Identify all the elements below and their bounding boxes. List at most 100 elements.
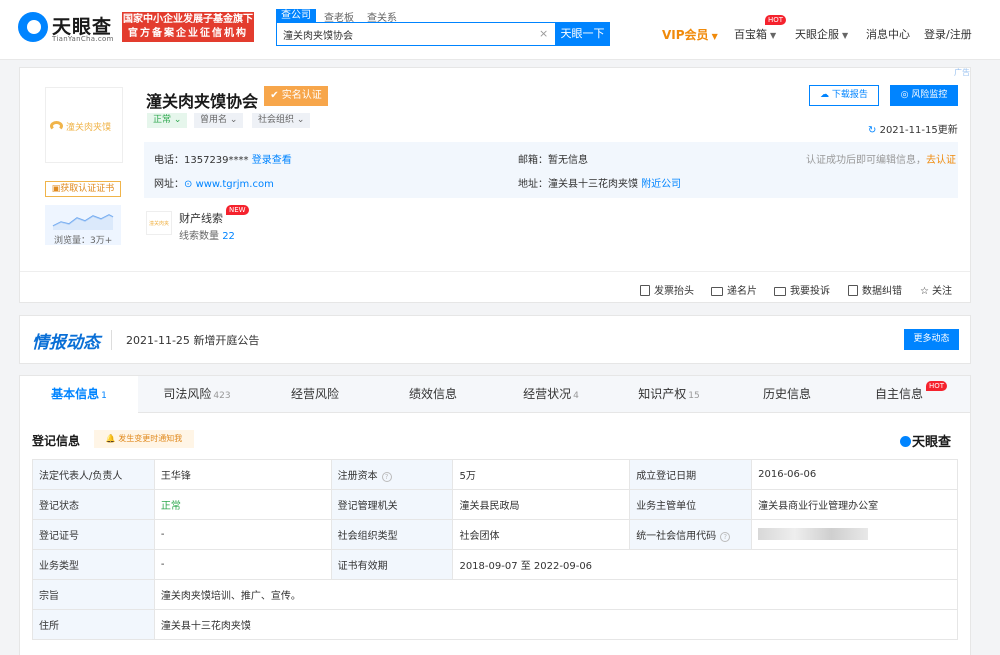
news-item[interactable]: 2021-11-25 新增开庭公告 [126,332,259,348]
tab-count: 1 [101,391,107,401]
tab-business-risk[interactable]: 经营风险 [256,376,374,413]
mail-icon [774,287,786,296]
address-row: 地址：潼关县十三花肉夹馍 附近公司 [518,175,681,190]
label-text: 注册资本 [337,471,378,482]
star-icon: ☆ [920,286,929,297]
official-banner[interactable]: 国家中小企业发展子基金旗下 官方备案企业征信机构 [122,12,254,42]
views-count: 浏览量：3万+ [54,236,113,246]
notify-on-change-button[interactable]: 🔔 发生变更时通知我 [94,430,194,448]
table-value: 潼关肉夹馍培训、推广、宣传。 [153,579,959,610]
help-icon[interactable]: ? [720,532,731,542]
company-logo-text: 潼关肉夹馍 [66,123,112,133]
tab-operation-status[interactable]: 经营状况 4 [492,376,610,413]
intel-news-title: 情报动态 [32,333,100,353]
status-tag[interactable]: 正常 ⌄ [147,113,188,128]
phone-value: 1357239**** [184,155,249,166]
former-name-label: 曾用名 [200,115,228,125]
data-correction-action[interactable]: 数据纠错 [848,282,902,297]
search-button[interactable]: 天眼一下 [555,22,610,46]
notify-label: 发生变更时通知我 [118,434,183,443]
email-row: 邮箱：暂无信息 [518,151,588,166]
business-card-action[interactable]: 递名片 [711,282,757,297]
org-type-label: 社会组织 [258,115,295,125]
risk-monitor-label: 风险监控 [911,90,948,100]
contact-info: 电话：1357239**** 登录查看 邮箱：暂无信息 认证成功后即可编辑信息，… [144,142,958,198]
table-label: 法定代表人/负责人 [32,459,155,490]
tab-label: 基本信息 [51,387,100,401]
clue-count-label: 线索数量 [179,231,219,242]
more-news-button[interactable]: 更多动态 [904,329,959,350]
table-label: 统一社会信用代码? [629,519,753,550]
search-box: × 天眼一下 [276,22,610,46]
tab-label: 司法风险 [163,387,212,401]
table-value: 社会团体 [452,519,631,550]
login-link[interactable]: 登录/注册 [924,26,972,42]
property-clue-title[interactable]: 财产线索 [179,210,223,226]
refresh-icon[interactable]: ↻ [868,125,876,136]
company-logo: 潼关肉夹馍 [45,87,123,163]
tab-performance[interactable]: 绩效信息 [374,376,492,413]
complaint-action[interactable]: 我要投诉 [774,282,830,297]
hot-badge: HOT [926,381,948,391]
banner-line2: 官方备案企业征信机构 [128,28,248,39]
tab-history[interactable]: 历史信息 [728,376,846,413]
tab-basic-info[interactable]: 基本信息 1 [20,376,138,413]
former-name-tag[interactable]: 曾用名 ⌄ [194,113,244,128]
verified-label: 实名认证 [281,90,322,101]
email-value: 暂无信息 [548,155,588,166]
table-label: 登记证号 [32,519,155,550]
chevron-down-icon: ▼ [770,31,777,40]
chevron-down-icon: ⌄ [229,115,238,125]
go-certify-link[interactable]: 去认证 [926,155,956,166]
table-value: 潼关县十三花肉夹馍 [153,609,959,640]
site-logo[interactable]: 天眼查 TianYanCha.com [18,12,118,44]
table-value: 潼关县民政局 [452,489,631,520]
login-to-view-link[interactable]: 登录查看 [252,155,292,166]
download-report-button[interactable]: ☁ 下载报告 [809,85,879,106]
news-text: 新增开庭公告 [193,334,260,347]
get-certificate-button[interactable]: ▣获取认证证书 [45,181,121,197]
chevron-down-icon: ▼ [711,32,718,41]
table-value: 王华锋 [153,459,332,490]
document-icon [640,285,650,296]
tab-count: 423 [213,391,231,401]
tab-legal-risk[interactable]: 司法风险 423 [138,376,256,413]
tab-ip[interactable]: 知识产权 15 [610,376,728,413]
bell-icon: 🔔 [105,434,116,443]
brand-name: 天眼查 [912,435,952,450]
clue-count-value[interactable]: 22 [222,231,235,242]
follow-action[interactable]: ☆ 关注 [920,282,952,297]
address-label: 地址： [518,179,548,190]
tab-label: 经营状况 [523,387,572,401]
clue-logo: 潼关肉夹馍 [146,211,172,235]
clear-icon[interactable]: × [539,27,548,40]
tab-count: 4 [573,391,579,401]
table-label: 业务主管单位 [629,489,753,520]
top-navigation: 天眼查 TianYanCha.com 国家中小企业发展子基金旗下 官方备案企业征… [0,0,1000,60]
label-text: 统一社会信用代码 [636,531,717,542]
search-input[interactable] [277,23,535,45]
website-link[interactable]: www.tgrjm.com [196,179,274,190]
treasure-menu[interactable]: 百宝箱 ▼ [734,26,776,42]
logo-eye-icon [18,12,48,42]
card-icon [711,287,723,296]
help-icon[interactable]: ? [381,472,392,482]
vip-menu[interactable]: VIP会员 ▼ [662,26,718,43]
message-center-link[interactable]: 消息中心 [866,26,910,42]
risk-monitor-button[interactable]: ◎ 风险监控 [890,85,958,106]
nearby-companies-link[interactable]: 附近公司 [641,179,681,190]
data-correction-label: 数据纠错 [862,286,902,297]
table-label: 社会组织类型 [330,519,454,550]
search-tab-company[interactable]: 查公司 [276,9,316,22]
invoice-title-action[interactable]: 发票抬头 [640,282,694,297]
table-label: 住所 [32,609,155,640]
registration-table: 法定代表人/负责人 王华锋 注册资本? 5万 成立登记日期 2016-06-06… [32,459,959,640]
verified-badge[interactable]: ✔ 实名认证 [264,86,328,106]
table-row: 登记状态 正常 登记管理机关 潼关县民政局 业务主管单位 潼关县商业行业管理办公… [32,489,958,520]
enterprise-menu[interactable]: 天眼企服 ▼ [795,26,848,42]
tab-label: 历史信息 [762,387,811,401]
address-value: 潼关县十三花肉夹馍 [548,179,638,190]
org-type-tag[interactable]: 社会组织 ⌄ [252,113,311,128]
table-value: 潼关县商业行业管理办公室 [751,489,958,520]
intel-news-bar: 情报动态 2021-11-25 新增开庭公告 更多动态 [19,315,971,364]
